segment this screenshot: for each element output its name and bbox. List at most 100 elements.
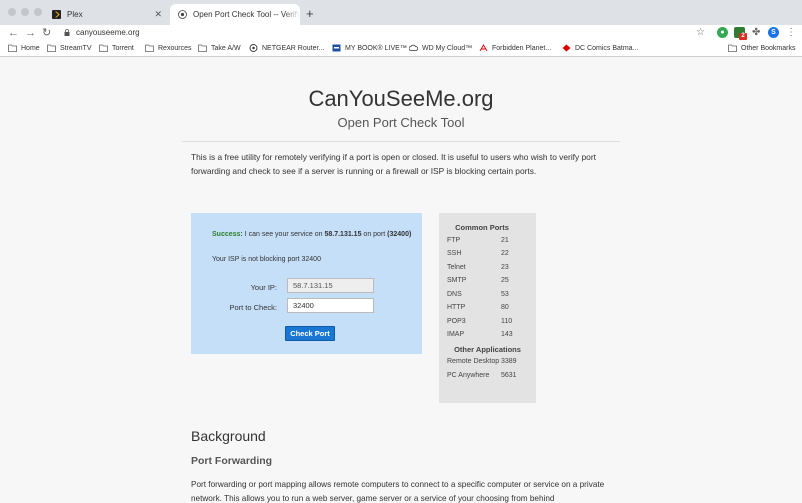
port-name: SSH [447, 250, 462, 257]
extension-green-icon[interactable]: ● [717, 27, 728, 38]
port-name: IMAP [447, 331, 465, 338]
address-bar[interactable]: canyouseeme.org [76, 27, 140, 39]
tab-title: Plex [67, 10, 83, 19]
port-number: 143 [501, 331, 513, 338]
folder-icon [99, 44, 108, 52]
wd-mybook-icon [332, 44, 341, 52]
forward-arrow-icon[interactable]: → [25, 26, 36, 40]
star-bookmark-icon[interactable]: ☆ [696, 26, 705, 40]
folder-icon [728, 44, 737, 52]
app-port: 5631 [501, 372, 517, 379]
tab-strip: Plex ✕ Open Port Check Tool -- Verify Po… [0, 0, 802, 25]
port-label: Port to Check: [229, 303, 277, 312]
window-minimize-button[interactable] [21, 8, 29, 16]
success-message: Success: I can see your service on 58.7.… [212, 228, 412, 241]
port-forwarding-text: Port forwarding or port mapping allows r… [191, 480, 605, 503]
app-port: 3389 [501, 358, 517, 365]
port-number: 23 [501, 264, 509, 271]
detected-ip: 58.7.131.15 [324, 231, 362, 238]
port-number: 22 [501, 250, 509, 257]
other-bookmarks[interactable]: Other Bookmarks [728, 44, 795, 52]
new-tab-button[interactable]: + [306, 6, 314, 21]
port-forwarding-heading: Port Forwarding [191, 455, 273, 467]
bookmark-label: Torrent [112, 44, 134, 52]
port-number: 25 [501, 277, 509, 284]
bookmark-wd-my-cloud[interactable]: WD My Cloud™ [409, 44, 472, 52]
bookmark-label: Other Bookmarks [741, 44, 796, 52]
port-name: FTP [447, 237, 461, 244]
intro-text: This is a free utility for remotely veri… [191, 152, 596, 176]
background-heading: Background [191, 428, 266, 444]
app-name: PC Anywhere [447, 372, 490, 379]
common-ports-heading: Common Ports [455, 223, 509, 232]
divider [182, 141, 620, 142]
bookmark-take-aw[interactable]: Take A/W [198, 44, 241, 52]
bookmark-label: Forbidden Planet... [492, 44, 552, 52]
bookmark-netgear[interactable]: NETGEAR Router... [249, 44, 324, 52]
bookmark-label: NETGEAR Router... [262, 44, 325, 52]
port-check-panel: Success: I can see your service on 58.7.… [191, 213, 422, 354]
extension-badge: 2 [739, 33, 747, 40]
forbidden-planet-icon [479, 44, 488, 52]
success-text: I can see your service on [244, 231, 323, 238]
bookmark-label: WD My Cloud™ [422, 44, 473, 52]
bookmark-torrent[interactable]: Torrent [99, 44, 134, 52]
bookmark-rexources[interactable]: Rexources [145, 44, 191, 52]
ip-label: Your IP: [250, 283, 277, 292]
bookmark-forbidden-planet[interactable]: Forbidden Planet... [479, 44, 551, 52]
port-name: Telnet [447, 264, 466, 271]
back-arrow-icon[interactable]: ← [8, 26, 19, 40]
reload-icon[interactable]: ↻ [42, 26, 51, 40]
folder-icon [198, 44, 207, 52]
port-number: 110 [501, 318, 513, 325]
folder-icon [8, 44, 17, 52]
bookmark-label: Rexources [158, 44, 192, 52]
port-number: 53 [501, 291, 509, 298]
folder-icon [47, 44, 56, 52]
detected-port: (32400) [387, 231, 412, 238]
tab-open-port-check[interactable]: Open Port Check Tool -- Verify Port Forw… [170, 4, 300, 25]
isp-message: Your ISP is not blocking port 32400 [212, 256, 321, 263]
bookmark-my-book-live[interactable]: MY BOOK® LIVE™ [332, 44, 407, 52]
port-number: 21 [501, 237, 509, 244]
port-name: HTTP [447, 304, 466, 311]
app-name: Remote Desktop [447, 358, 500, 365]
folder-icon [145, 44, 154, 52]
port-name: POP3 [447, 318, 466, 325]
on-port-text: on port [363, 231, 386, 238]
bookmark-dc-comics[interactable]: DC Comics Batma... [562, 44, 638, 52]
netgear-icon [249, 44, 258, 52]
port-name: DNS [447, 291, 462, 298]
success-label: Success: [212, 231, 243, 238]
browser-toolbar: ← → ↻ canyouseeme.org ☆ ● 2 ✤ S ⋮ [0, 25, 802, 41]
profile-avatar[interactable]: S [768, 27, 779, 38]
bookmark-streamtv[interactable]: StreamTV [47, 44, 92, 52]
tab-title: Open Port Check Tool -- Verify Port Forw… [193, 10, 300, 19]
bookmark-label: StreamTV [60, 44, 92, 52]
tab-plex[interactable]: Plex ✕ [44, 4, 170, 25]
dc-comics-icon [562, 44, 571, 52]
canyouseeme-icon [178, 10, 187, 19]
puzzle-extensions-icon[interactable]: ✤ [752, 26, 760, 40]
menu-kebab-icon[interactable]: ⋮ [786, 26, 796, 40]
bookmark-label: Home [21, 44, 40, 52]
plex-icon [52, 10, 61, 19]
port-number: 80 [501, 304, 509, 311]
window-close-button[interactable] [8, 8, 16, 16]
ip-field: 58.7.131.15 [287, 278, 374, 293]
site-subtitle: Open Port Check Tool [337, 115, 465, 130]
site-title: CanYouSeeMe.org [308, 86, 494, 111]
port-input[interactable]: 32400 [287, 298, 374, 313]
other-apps-heading: Other Applications [454, 345, 521, 354]
window-zoom-button[interactable] [34, 8, 42, 16]
bookmark-label: Take A/W [211, 44, 241, 52]
bookmark-label: MY BOOK® LIVE™ [345, 44, 407, 52]
bookmark-home[interactable]: Home [8, 44, 40, 52]
bookmarks-bar: Home StreamTV Torrent Rexources Take A/W… [0, 41, 802, 57]
lock-icon [64, 29, 70, 36]
common-ports-panel: Common Ports FTP 21 SSH 22 Telnet 23 SMT… [439, 213, 536, 403]
tab-close-icon[interactable]: ✕ [154, 9, 162, 20]
bookmark-label: DC Comics Batma... [575, 44, 639, 52]
port-name: SMTP [447, 277, 467, 284]
check-port-button[interactable]: Check Port [285, 326, 335, 341]
